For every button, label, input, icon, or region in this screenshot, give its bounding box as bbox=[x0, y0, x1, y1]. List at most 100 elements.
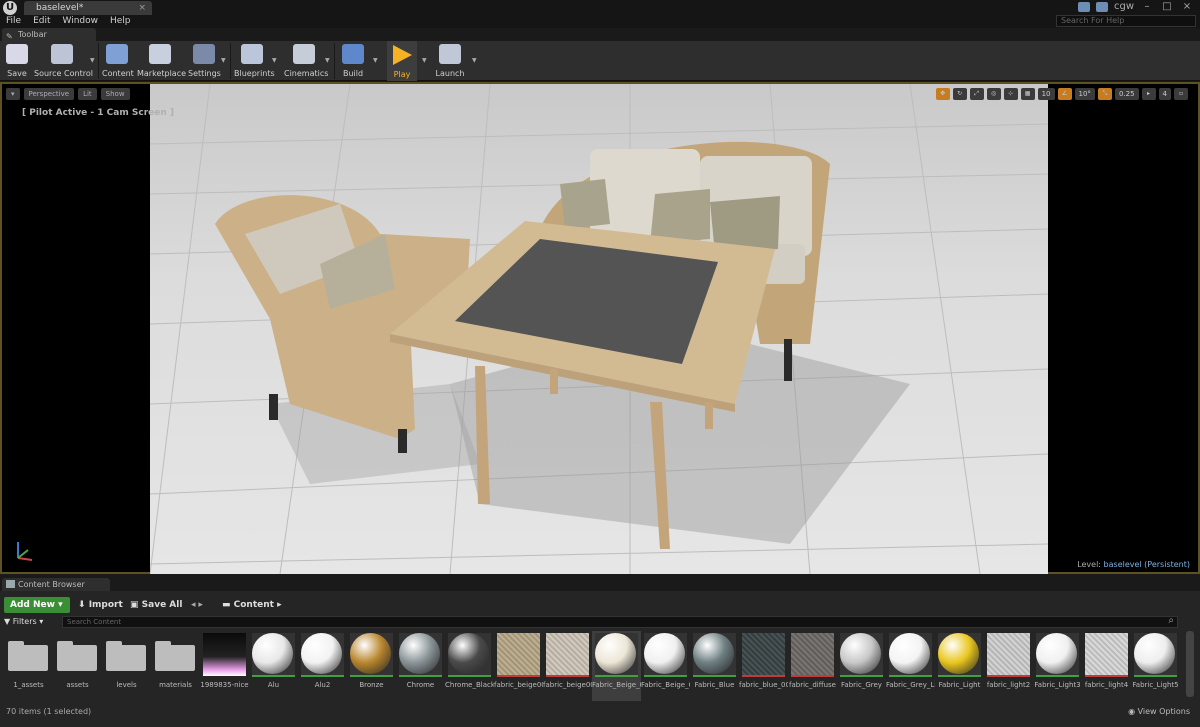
search-icon[interactable]: ⌕ bbox=[1168, 615, 1174, 626]
viewport-menu-button[interactable]: ▾ bbox=[6, 88, 20, 100]
rotate-icon[interactable]: ↻ bbox=[952, 88, 967, 100]
asset-tile[interactable]: Bronze bbox=[347, 631, 396, 701]
asset-tile[interactable]: Fabric_Beige_002 bbox=[641, 631, 690, 701]
grid-snap-value[interactable]: 10 bbox=[1037, 88, 1055, 100]
import-button[interactable]: ⬇ Import bbox=[78, 597, 123, 613]
asset-tile[interactable]: Alu bbox=[249, 631, 298, 701]
asset-tile[interactable]: Fabric_Blue bbox=[690, 631, 739, 701]
play-button[interactable]: Play bbox=[387, 41, 417, 81]
minimize-icon[interactable]: – bbox=[1140, 1, 1154, 12]
asset-tile[interactable]: Fabric_Light3 bbox=[1033, 631, 1082, 701]
blueprints-dropdown-icon[interactable]: ▼ bbox=[272, 57, 277, 64]
path-content-label: Content bbox=[233, 600, 274, 610]
asset-tile[interactable]: Chrome_Black bbox=[445, 631, 494, 701]
source-control-icon bbox=[51, 44, 73, 64]
close-window-icon[interactable]: × bbox=[1180, 1, 1194, 12]
settings-dropdown-icon[interactable]: ▼ bbox=[221, 57, 226, 64]
window-controls: cgw – □ × bbox=[1077, 1, 1194, 12]
path-breadcrumb[interactable]: ▬ Content ▸ bbox=[222, 597, 282, 613]
world-space-icon[interactable]: ◎ bbox=[986, 88, 1001, 100]
maximize-viewport-icon[interactable]: ▫ bbox=[1174, 88, 1188, 100]
asset-label: 1989835-nice bbox=[200, 681, 249, 689]
search-content-input[interactable]: Search Content bbox=[62, 616, 1178, 628]
menu-window[interactable]: Window bbox=[57, 15, 105, 28]
menu-help[interactable]: Help bbox=[104, 15, 137, 28]
save-all-button[interactable]: ▣ Save All bbox=[130, 597, 182, 613]
pilot-status: [ Pilot Active - 1 Cam Screen ] bbox=[22, 108, 174, 118]
asset-tile[interactable]: fabric_beige001 bbox=[494, 631, 543, 701]
asset-grid-scrollbar[interactable] bbox=[1186, 631, 1194, 697]
camera-speed-icon[interactable]: ▸ bbox=[1141, 88, 1156, 100]
asset-tile[interactable]: Chrome bbox=[396, 631, 445, 701]
grid-snap-icon[interactable]: ▦ bbox=[1020, 88, 1035, 100]
search-help-input[interactable]: Search For Help bbox=[1056, 15, 1196, 27]
rotation-snap-value[interactable]: 10° bbox=[1074, 88, 1095, 100]
filters-button[interactable]: ▼ Filters ▾ bbox=[4, 615, 43, 629]
play-dropdown-icon[interactable]: ▼ bbox=[422, 57, 427, 64]
asset-tile[interactable]: fabric_light4 bbox=[1082, 631, 1131, 701]
forward-arrow-icon[interactable]: ▸ bbox=[198, 600, 203, 610]
build-dropdown-icon[interactable]: ▼ bbox=[373, 57, 378, 64]
maximize-icon[interactable]: □ bbox=[1160, 1, 1174, 12]
level-viewport[interactable]: ▾ Perspective Lit Show [ Pilot Active - … bbox=[0, 82, 1200, 574]
close-icon[interactable]: × bbox=[138, 1, 146, 15]
asset-tile[interactable]: assets bbox=[53, 631, 102, 701]
marketplace-button[interactable]: Marketplace bbox=[137, 41, 186, 81]
lit-button[interactable]: Lit bbox=[78, 88, 97, 100]
asset-tile[interactable]: fabric_beige002 bbox=[543, 631, 592, 701]
content-button[interactable]: Content bbox=[102, 41, 134, 81]
asset-tile[interactable]: fabric_blue_001 bbox=[739, 631, 788, 701]
asset-label: Alu bbox=[267, 681, 280, 689]
camera-speed-value[interactable]: 4 bbox=[1158, 88, 1171, 100]
settings-button[interactable]: Settings bbox=[188, 41, 221, 81]
perspective-button[interactable]: Perspective bbox=[23, 88, 75, 100]
asset-type-bar bbox=[497, 675, 540, 677]
content-browser-tab[interactable]: Content Browser bbox=[2, 578, 110, 591]
source-control-button[interactable]: Source Control bbox=[34, 41, 93, 81]
cinematics-button[interactable]: Cinematics bbox=[284, 41, 328, 81]
back-arrow-icon[interactable]: ◂ bbox=[191, 600, 196, 610]
asset-tile[interactable]: Fabric_Grey bbox=[837, 631, 886, 701]
asset-tile[interactable]: Alu2 bbox=[298, 631, 347, 701]
menu-file[interactable]: File bbox=[0, 15, 27, 28]
blueprints-button[interactable]: Blueprints bbox=[234, 41, 275, 81]
surface-snap-icon[interactable]: ⊹ bbox=[1003, 88, 1018, 100]
chat-icon[interactable] bbox=[1077, 1, 1090, 12]
material-sphere-icon bbox=[399, 633, 440, 674]
asset-tile[interactable]: 1_assets bbox=[4, 631, 53, 701]
asset-tile[interactable]: levels bbox=[102, 631, 151, 701]
view-options-button[interactable]: ◉ View Options bbox=[1128, 707, 1190, 716]
asset-tile[interactable]: 1989835-nice bbox=[200, 631, 249, 701]
asset-tile[interactable]: Fabric_Beige_001 bbox=[592, 631, 641, 701]
menu-edit[interactable]: Edit bbox=[27, 15, 56, 28]
source-control-dropdown-icon[interactable]: ▼ bbox=[90, 57, 95, 64]
scale-icon[interactable]: ⤢ bbox=[969, 88, 984, 100]
show-button[interactable]: Show bbox=[100, 88, 130, 100]
asset-tile[interactable]: Fabric_Grey_Light bbox=[886, 631, 935, 701]
add-new-button[interactable]: Add New ▾ bbox=[4, 597, 70, 613]
asset-tile[interactable]: fabric_diffuse bbox=[788, 631, 837, 701]
toolbar-tab[interactable]: ✎ Toolbar bbox=[2, 28, 96, 41]
asset-tile[interactable]: fabric_light2 bbox=[984, 631, 1033, 701]
scale-snap-icon[interactable]: ⤡ bbox=[1097, 88, 1112, 100]
launch-button[interactable]: Launch bbox=[434, 41, 466, 81]
asset-label: fabric_diffuse bbox=[789, 681, 836, 689]
current-level: Level: baselevel (Persistent) bbox=[1077, 560, 1190, 569]
asset-tile[interactable]: Fabric_Light5 bbox=[1131, 631, 1180, 701]
cinematics-dropdown-icon[interactable]: ▼ bbox=[325, 57, 330, 64]
content-browser: Add New ▾ ⬇ Import ▣ Save All ◂ ▸ ▬ Cont… bbox=[0, 591, 1200, 727]
current-level-name: baselevel (Persistent) bbox=[1103, 560, 1190, 569]
asset-tile[interactable]: Fabric_Light bbox=[935, 631, 984, 701]
asset-tile[interactable]: materials bbox=[151, 631, 200, 701]
asset-type-bar bbox=[889, 675, 932, 677]
rotation-snap-icon[interactable]: ∠ bbox=[1057, 88, 1072, 100]
feedback-icon[interactable] bbox=[1095, 1, 1108, 12]
launch-dropdown-icon[interactable]: ▼ bbox=[472, 57, 477, 64]
scale-snap-value[interactable]: 0.25 bbox=[1114, 88, 1139, 100]
level-tab[interactable]: baselevel* × bbox=[24, 1, 152, 15]
translate-icon[interactable]: ✥ bbox=[935, 88, 950, 100]
save-button[interactable]: Save bbox=[4, 41, 30, 81]
viewport-scene[interactable] bbox=[150, 84, 1048, 574]
asset-grid: 1_assets assets levels materials 1989835-nic… bbox=[4, 631, 1180, 701]
build-button[interactable]: Build bbox=[340, 41, 366, 81]
